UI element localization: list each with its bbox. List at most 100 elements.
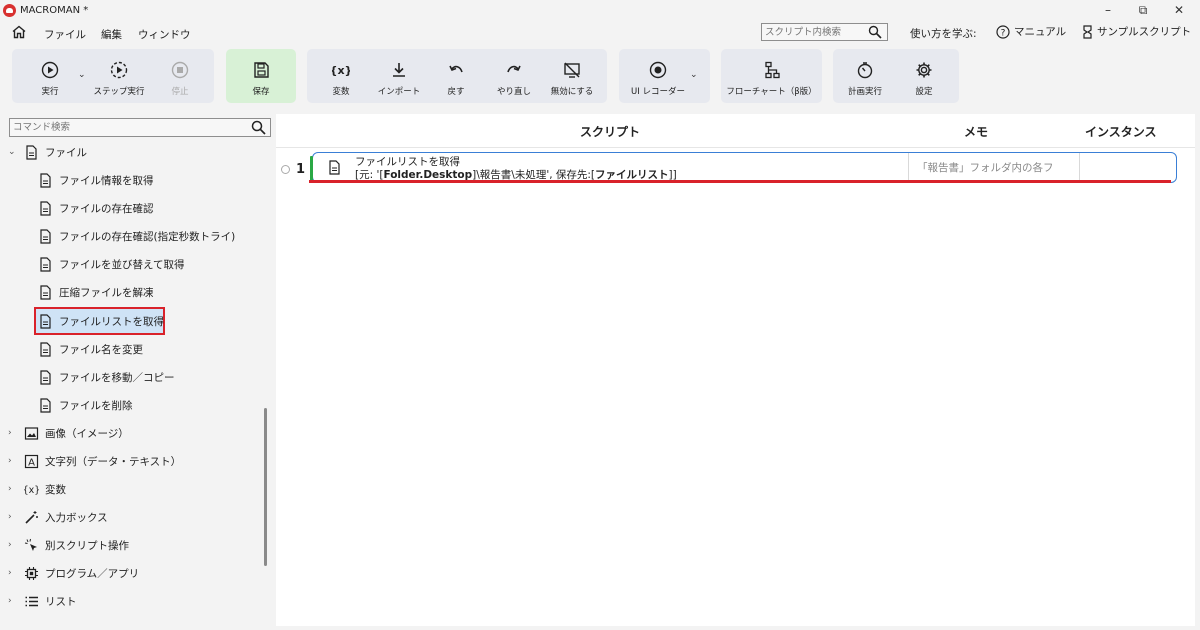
ui-recorder-button[interactable]: UI レコーダー <box>627 49 689 103</box>
row-enabled-marker <box>310 156 313 181</box>
command-item[interactable]: ファイル情報を取得 <box>38 169 154 191</box>
sample-script-icon <box>1083 24 1092 39</box>
category-input-box[interactable]: › 入力ボックス <box>8 506 108 528</box>
settings-label: 設定 <box>915 87 933 97</box>
minimize-button[interactable]: – <box>1093 1 1123 19</box>
svg-text:A: A <box>28 457 35 468</box>
variables-label: 変数 <box>332 87 350 97</box>
chevron-right-icon: › <box>8 540 12 550</box>
run-dropdown-chevron-icon[interactable]: ⌄ <box>78 70 86 80</box>
row-drag-handle[interactable] <box>281 165 290 174</box>
flowchart-icon <box>764 61 780 79</box>
menu-edit[interactable]: 編集 <box>101 27 122 42</box>
redo-button[interactable]: やり直し <box>483 49 545 103</box>
menu-window[interactable]: ウィンドウ <box>138 27 191 42</box>
category-label: 変数 <box>45 483 66 496</box>
command-panel-scrollbar[interactable] <box>264 408 267 566</box>
column-header-script: スクリプト <box>580 125 641 139</box>
variables-button[interactable]: {x} 変数 <box>310 49 372 103</box>
command-search-box <box>9 118 271 137</box>
import-button[interactable]: インポート <box>368 49 430 103</box>
command-item[interactable]: ファイルの存在確認(指定秒数トライ) <box>38 225 235 247</box>
run-button[interactable]: 実行 <box>19 49 81 103</box>
document-icon <box>40 284 51 300</box>
cursor-click-icon <box>24 538 37 551</box>
command-item[interactable]: ファイルを移動／コピー <box>38 366 175 388</box>
list-icon <box>25 596 38 606</box>
category-text[interactable]: › A 文字列（データ・テキスト） <box>8 450 181 472</box>
menu-file[interactable]: ファイル <box>44 27 86 42</box>
category-label: 画像（イメージ） <box>45 427 129 440</box>
help-circle-icon: ? <box>996 24 1010 39</box>
step-run-button[interactable]: ステップ実行 <box>88 49 150 103</box>
magic-wand-icon <box>25 510 38 524</box>
sample-scripts-link[interactable]: サンプルスクリプト <box>1082 24 1191 39</box>
samples-label: サンプルスクリプト <box>1097 26 1192 38</box>
script-search-input[interactable] <box>762 24 862 40</box>
category-other-script[interactable]: › 別スクリプト操作 <box>8 534 129 556</box>
command-item[interactable]: 圧縮ファイルを解凍 <box>38 281 154 303</box>
save-button[interactable]: 保存 <box>230 49 292 103</box>
command-item[interactable]: ファイルの存在確認 <box>38 197 154 219</box>
chevron-right-icon: › <box>8 484 12 494</box>
search-icon[interactable] <box>868 25 882 39</box>
home-icon[interactable] <box>11 24 27 40</box>
document-icon <box>40 228 51 244</box>
category-list[interactable]: › リスト <box>8 590 77 612</box>
flowchart-label: フローチャート（β版） <box>726 87 817 97</box>
command-item-label: ファイルを削除 <box>59 399 133 412</box>
scheduled-run-button[interactable]: 計画実行 <box>834 49 896 103</box>
document-icon <box>26 144 37 160</box>
command-item[interactable]: ファイルを削除 <box>38 394 133 416</box>
command-item-label: ファイル名を変更 <box>59 343 143 356</box>
command-item-label: ファイルリストを取得 <box>59 315 164 328</box>
chevron-right-icon: › <box>8 596 12 606</box>
chevron-right-icon: › <box>8 568 12 578</box>
category-file[interactable]: ⌄ ファイル <box>8 141 87 163</box>
flowchart-button[interactable]: フローチャート（β版） <box>724 49 819 103</box>
command-item-get-file-list[interactable]: ファイルリストを取得 <box>38 310 164 332</box>
save-icon <box>254 62 269 78</box>
restore-button[interactable]: ⧉ <box>1128 1 1158 19</box>
step-play-icon <box>110 61 128 79</box>
command-item-label: ファイルの存在確認 <box>59 202 154 215</box>
category-image[interactable]: › 画像（イメージ） <box>8 422 129 444</box>
document-icon <box>40 369 51 385</box>
script-row-memo[interactable]: 「報告書」フォルダ内の各フ <box>908 153 1080 182</box>
close-button[interactable]: ✕ <box>1164 1 1194 19</box>
redo-label: やり直し <box>496 87 531 97</box>
document-icon <box>40 256 51 272</box>
window-title: MACROMAN * <box>20 4 89 16</box>
text-icon: A <box>24 454 39 468</box>
command-search-input[interactable] <box>10 119 240 136</box>
settings-button[interactable]: 設定 <box>893 49 955 103</box>
disable-button[interactable]: 無効にする <box>541 49 603 103</box>
category-label: リスト <box>45 595 77 608</box>
menu-bar: ファイル 編集 ウィンドウ 使い方を学ぶ: ? マニュアル サンプルスクリプト <box>0 20 1200 46</box>
column-header-memo: メモ <box>964 125 989 139</box>
variable-braces-icon: {x} <box>332 64 350 77</box>
recorder-dropdown-chevron-icon[interactable]: ⌄ <box>690 70 698 80</box>
variable-braces-icon: {x} <box>24 485 39 496</box>
category-label: 文字列（データ・テキスト） <box>45 455 182 468</box>
chevron-right-icon: › <box>8 428 12 438</box>
stop-button[interactable]: 停止 <box>149 49 211 103</box>
search-icon[interactable] <box>251 120 266 135</box>
stop-icon <box>171 61 189 79</box>
disable-label: 無効にする <box>550 87 594 97</box>
chevron-right-icon: › <box>8 456 12 466</box>
import-download-icon <box>393 63 405 77</box>
category-variable[interactable]: › {x} 変数 <box>8 478 66 500</box>
ui-recorder-label: UI レコーダー <box>631 87 685 97</box>
category-program-app[interactable]: › プログラム／アプリ <box>8 562 139 584</box>
undo-button[interactable]: 戻す <box>425 49 487 103</box>
script-row[interactable]: ファイルリストを取得 [元: '[Folder.Desktop]\報告書\未処理… <box>310 152 1177 183</box>
manual-link[interactable]: ? マニュアル <box>996 24 1066 39</box>
command-item[interactable]: ファイル名を変更 <box>38 338 143 360</box>
title-bar: MACROMAN * – ⧉ ✕ <box>0 0 1200 20</box>
manual-label: マニュアル <box>1014 26 1067 38</box>
step-run-label: ステップ実行 <box>93 87 145 97</box>
command-item[interactable]: ファイルを並び替えて取得 <box>38 253 184 275</box>
category-label: 入力ボックス <box>45 511 108 524</box>
undo-label: 戻す <box>447 87 465 97</box>
